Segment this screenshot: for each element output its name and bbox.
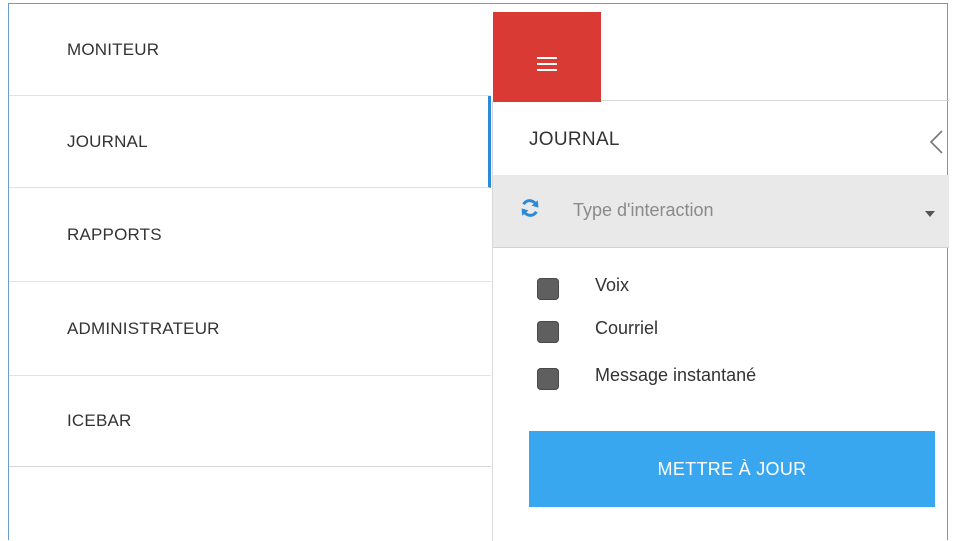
app-window: MONITEUR JOURNAL RAPPORTS ADMINISTRATEUR…	[8, 3, 949, 541]
sidebar-item-icebar[interactable]: ICEBAR	[9, 376, 491, 466]
sidebar-item-label: ICEBAR	[67, 411, 132, 430]
sidebar-item-rapports[interactable]: RAPPORTS	[9, 188, 491, 282]
journal-panel: JOURNAL Type d'interaction Voix Courriel	[493, 101, 949, 541]
checkbox-courriel[interactable]	[537, 321, 559, 343]
sidebar-item-moniteur[interactable]: MONITEUR	[9, 4, 491, 96]
collapse-panel-button[interactable]	[927, 129, 945, 155]
sidebar-item-journal[interactable]: JOURNAL	[9, 96, 491, 188]
sidebar-item-label: JOURNAL	[67, 131, 148, 151]
option-label: Message instantané	[595, 365, 757, 385]
caret-down-icon	[925, 211, 935, 217]
update-button[interactable]: METTRE À JOUR	[529, 431, 935, 507]
hamburger-menu-button[interactable]	[493, 12, 601, 102]
chevron-left-icon	[929, 130, 943, 154]
interaction-type-placeholder: Type d'interaction	[573, 200, 714, 220]
sidebar-item-label: RAPPORTS	[67, 224, 162, 244]
sidebar-nav: MONITEUR JOURNAL RAPPORTS ADMINISTRATEUR…	[9, 4, 491, 467]
checkbox-voix[interactable]	[537, 278, 559, 300]
sidebar-item-label: MONITEUR	[67, 39, 160, 59]
option-label: Voix	[595, 275, 630, 295]
panel-title: JOURNAL	[529, 129, 620, 150]
interaction-type-select[interactable]: Type d'interaction	[493, 175, 949, 248]
refresh-icon[interactable]	[520, 198, 540, 218]
option-label: Courriel	[595, 318, 659, 338]
sidebar-item-label: ADMINISTRATEUR	[67, 318, 220, 338]
hamburger-icon	[537, 57, 557, 75]
checkbox-message-instantane[interactable]	[537, 368, 559, 390]
sidebar-item-administrateur[interactable]: ADMINISTRATEUR	[9, 282, 491, 376]
